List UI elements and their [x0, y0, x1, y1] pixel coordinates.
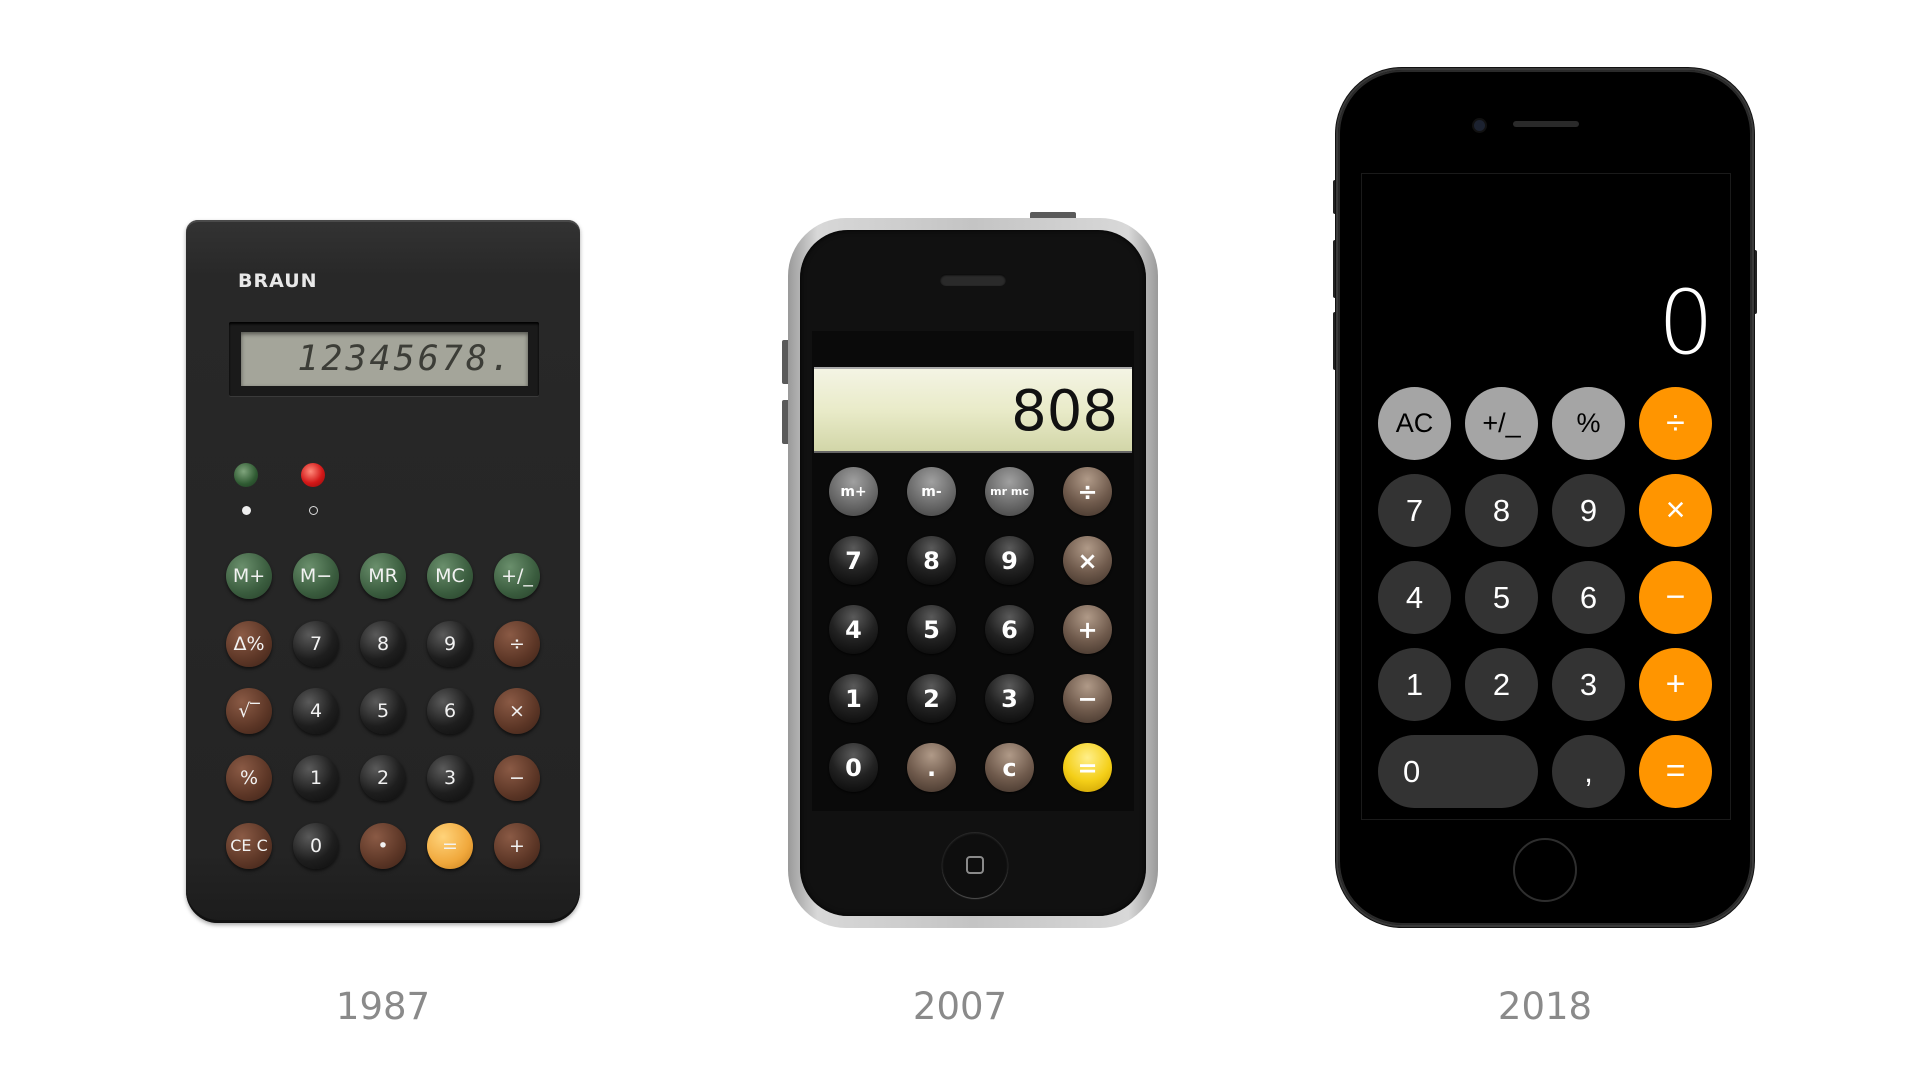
ios-key-9[interactable]: 9: [1552, 474, 1625, 547]
ip07-key-mr-mc[interactable]: mr mc: [985, 467, 1034, 516]
braun-key-minus[interactable]: −: [494, 755, 540, 801]
ios-key-minus[interactable]: −: [1639, 561, 1712, 634]
iphone2018-home-button[interactable]: [1513, 838, 1577, 902]
ip07-key-8[interactable]: 8: [907, 536, 956, 585]
braun-key-mc[interactable]: MC: [427, 553, 473, 599]
braun-filled-dot-icon: [242, 506, 251, 515]
iphone2018-power-button: [1752, 250, 1757, 314]
braun-key-1[interactable]: 1: [293, 755, 339, 801]
ip07-key-clear[interactable]: c: [985, 743, 1034, 792]
braun-key-sqrt[interactable]: √‾: [226, 688, 272, 734]
braun-key-3[interactable]: 3: [427, 755, 473, 801]
ip07-key-multiply[interactable]: ×: [1063, 536, 1112, 585]
braun-key-7[interactable]: 7: [293, 621, 339, 667]
caption-2018: 2018: [1497, 985, 1593, 1028]
ios-key-decimal[interactable]: ,: [1552, 735, 1625, 808]
ios-key-plus[interactable]: +: [1639, 648, 1712, 721]
braun-key-divide[interactable]: ÷: [494, 621, 540, 667]
ip07-key-plus[interactable]: +: [1063, 605, 1112, 654]
ip07-key-m-minus[interactable]: m-: [907, 467, 956, 516]
braun-key-multiply[interactable]: ×: [494, 688, 540, 734]
ip07-key-3[interactable]: 3: [985, 674, 1034, 723]
ip07-key-equals[interactable]: =: [1063, 743, 1112, 792]
ip07-key-minus[interactable]: −: [1063, 674, 1112, 723]
ip07-key-divide[interactable]: ÷: [1063, 467, 1112, 516]
iphone2007-speaker-icon: [940, 274, 1006, 286]
ios-key-multiply[interactable]: ×: [1639, 474, 1712, 547]
braun-key-9[interactable]: 9: [427, 621, 473, 667]
ip07-key-9[interactable]: 9: [985, 536, 1034, 585]
ip07-key-1[interactable]: 1: [829, 674, 878, 723]
ios-key-divide[interactable]: ÷: [1639, 387, 1712, 460]
braun-red-light-icon: [301, 463, 325, 487]
ios-key-equals[interactable]: =: [1639, 735, 1712, 808]
ios-key-percent[interactable]: %: [1552, 387, 1625, 460]
braun-key-m-plus[interactable]: M+: [226, 553, 272, 599]
ios-key-8[interactable]: 8: [1465, 474, 1538, 547]
braun-key-m-minus[interactable]: M−: [293, 553, 339, 599]
braun-display: 12345678.: [241, 332, 528, 386]
braun-key-4[interactable]: 4: [293, 688, 339, 734]
iphone-2007: 808 m+ m- mr mc ÷ 7 8 9 × 4 5 6 + 1 2 3 …: [788, 218, 1158, 928]
ios-key-2[interactable]: 2: [1465, 648, 1538, 721]
ip07-key-4[interactable]: 4: [829, 605, 878, 654]
ios-key-ac[interactable]: AC: [1378, 387, 1451, 460]
ios-key-6[interactable]: 6: [1552, 561, 1625, 634]
ip07-key-m-plus[interactable]: m+: [829, 467, 878, 516]
ios-key-0[interactable]: 0: [1378, 735, 1538, 808]
braun-key-ce-c[interactable]: CE C: [226, 823, 272, 869]
ip07-key-0[interactable]: 0: [829, 743, 878, 792]
ios-key-1[interactable]: 1: [1378, 648, 1451, 721]
braun-key-6[interactable]: 6: [427, 688, 473, 734]
braun-hollow-dot-icon: [309, 506, 318, 515]
caption-2007: 2007: [912, 985, 1008, 1028]
ip07-key-5[interactable]: 5: [907, 605, 956, 654]
ios-key-5[interactable]: 5: [1465, 561, 1538, 634]
braun-key-plus[interactable]: +: [494, 823, 540, 869]
ip07-key-2[interactable]: 2: [907, 674, 956, 723]
braun-key-percent[interactable]: %: [226, 755, 272, 801]
iphone2007-home-square-icon: [966, 856, 984, 874]
braun-key-sign[interactable]: +/_: [494, 553, 540, 599]
braun-key-2[interactable]: 2: [360, 755, 406, 801]
braun-key-mr[interactable]: MR: [360, 553, 406, 599]
braun-calculator: BRAUN 12345678. M+ M− MR MC +/_ Δ% 7 8 9…: [186, 220, 580, 923]
braun-key-5[interactable]: 5: [360, 688, 406, 734]
braun-key-decimal[interactable]: •: [360, 823, 406, 869]
iphone2018-camera-icon: [1474, 120, 1485, 131]
ip07-key-7[interactable]: 7: [829, 536, 878, 585]
ip07-key-decimal[interactable]: .: [907, 743, 956, 792]
caption-1987: 1987: [335, 985, 431, 1028]
braun-key-equals[interactable]: =: [427, 823, 473, 869]
ios-key-4[interactable]: 4: [1378, 561, 1451, 634]
ios-key-3[interactable]: 3: [1552, 648, 1625, 721]
iphone2018-speaker-icon: [1513, 121, 1579, 127]
braun-logo: BRAUN: [238, 270, 318, 292]
braun-key-delta-percent[interactable]: Δ%: [226, 621, 272, 667]
ip07-key-6[interactable]: 6: [985, 605, 1034, 654]
iphone-2018: 0 AC +/_ % ÷ 7 8 9 × 4 5 6 − 1 2 3 + 0 ,…: [1338, 70, 1752, 925]
braun-green-light-icon: [234, 463, 258, 487]
iphone2018-display: 0: [1658, 271, 1714, 374]
ios-key-sign[interactable]: +/_: [1465, 387, 1538, 460]
braun-key-8[interactable]: 8: [360, 621, 406, 667]
iphone2007-display: 808: [814, 367, 1132, 453]
braun-key-0[interactable]: 0: [293, 823, 339, 869]
ios-key-7[interactable]: 7: [1378, 474, 1451, 547]
